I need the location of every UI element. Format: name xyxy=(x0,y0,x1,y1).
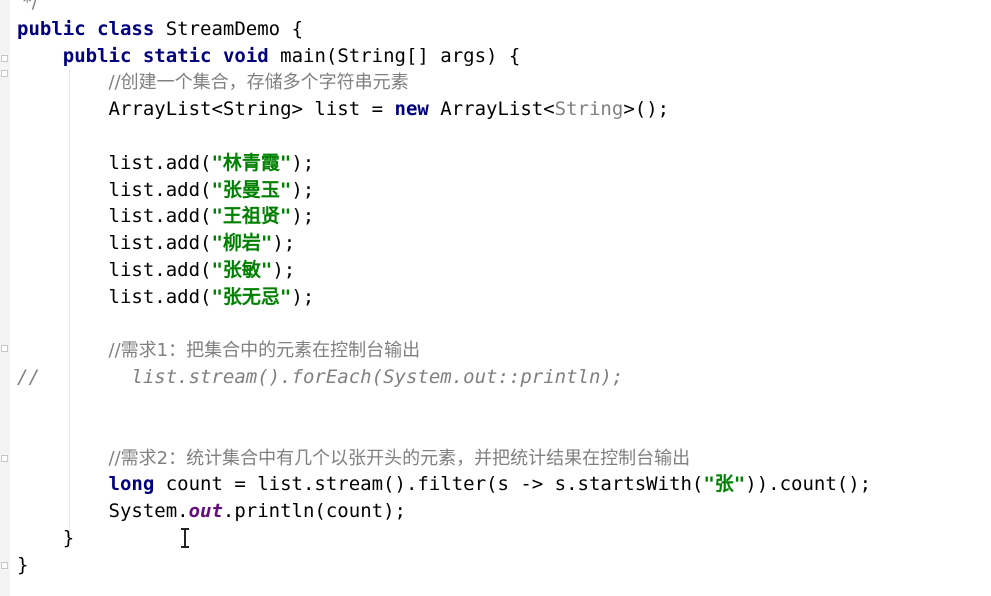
code-line[interactable]: public static void main(String[] args) { xyxy=(17,43,521,70)
code-token: //创建一个集合，存储多个字符串元素 xyxy=(108,72,409,94)
text-cursor-icon xyxy=(180,527,190,549)
code-token: ); xyxy=(272,259,296,281)
code-token: )).count(); xyxy=(745,473,872,496)
code-token: //需求1：把集合中的元素在控制台输出 xyxy=(108,340,421,362)
code-token: // xyxy=(17,366,40,389)
code-token: */ xyxy=(17,0,38,13)
code-token: //需求2：统计集合中有几个以张开头的元素，并把统计结果在控制台输出 xyxy=(108,447,691,469)
code-editor[interactable]: */ public class StreamDemo { public stati… xyxy=(0,0,991,596)
code-line[interactable]: ArrayList<String> list = new ArrayList<S… xyxy=(17,96,670,123)
code-token: "林青霞" xyxy=(211,151,292,174)
code-token: public xyxy=(17,17,86,40)
code-line[interactable]: list.add("张曼玉"); xyxy=(17,177,315,204)
code-token: "张无忌" xyxy=(211,285,292,308)
fold-marker-icon[interactable] xyxy=(1,455,8,462)
code-line[interactable]: //创建一个集合，存储多个字符串元素 xyxy=(17,69,409,96)
code-line[interactable]: list.add("张无忌"); xyxy=(17,284,315,311)
code-token: list.add( xyxy=(17,259,212,281)
fold-marker-icon[interactable] xyxy=(1,55,8,62)
code-token: ); xyxy=(272,232,296,255)
code-token: "张" xyxy=(703,473,746,496)
code-token: new xyxy=(394,98,429,121)
code-token: ArrayList< xyxy=(428,98,555,121)
code-token: System. xyxy=(17,500,189,523)
code-token: ); xyxy=(291,205,315,228)
code-token: list.stream().forEach(System.out::printl… xyxy=(131,366,624,389)
code-token: public xyxy=(62,44,132,67)
fold-marker-icon[interactable] xyxy=(1,562,8,569)
code-token: void xyxy=(222,44,269,67)
code-line[interactable]: list.add("林青霞"); xyxy=(17,150,315,177)
fold-marker-icon[interactable] xyxy=(1,345,8,352)
code-token: long xyxy=(108,473,155,496)
code-line[interactable]: } xyxy=(17,552,28,579)
code-token: "柳岩" xyxy=(211,232,273,255)
code-line[interactable]: long count = list.stream().filter(s -> s… xyxy=(17,471,872,498)
code-token: list.add( xyxy=(17,232,212,255)
code-token: static xyxy=(142,44,212,67)
code-line[interactable]: } xyxy=(17,525,74,552)
code-line[interactable]: list.add("王祖贤"); xyxy=(17,203,315,230)
code-line[interactable]: System.out.println(count); xyxy=(17,498,406,525)
code-token: list.add( xyxy=(17,205,212,228)
fold-marker-icon[interactable] xyxy=(1,70,8,77)
code-line[interactable]: //需求1：把集合中的元素在控制台输出 xyxy=(17,337,421,364)
code-token: StreamDemo { xyxy=(154,17,304,40)
code-token: main(String[] args) { xyxy=(268,44,521,67)
code-token: String xyxy=(554,98,624,121)
code-line[interactable]: list.add("柳岩"); xyxy=(17,230,296,257)
code-token: .println(count); xyxy=(222,500,406,523)
editor-gutter[interactable] xyxy=(0,0,10,596)
code-token: list.add( xyxy=(17,151,212,174)
code-token: >(); xyxy=(623,98,670,121)
code-token: ArrayList<String> list = xyxy=(17,98,395,121)
code-token: out xyxy=(188,500,223,523)
code-line[interactable]: public class StreamDemo { xyxy=(17,16,303,43)
code-token: ); xyxy=(291,285,315,308)
code-token: ); xyxy=(291,178,315,201)
code-token: } xyxy=(17,527,75,549)
code-token: "张敏" xyxy=(211,259,273,281)
code-token: ); xyxy=(291,151,315,174)
code-token: count = list.stream().filter(s -> s.star… xyxy=(154,473,704,496)
code-token: class xyxy=(97,17,155,40)
code-token: "张曼玉" xyxy=(211,178,292,201)
code-token: "王祖贤" xyxy=(211,205,292,228)
code-line[interactable]: // list.stream().forEach(System.out::pri… xyxy=(17,364,623,391)
code-line[interactable]: list.add("张敏"); xyxy=(17,257,296,284)
code-token: list.add( xyxy=(17,178,212,201)
code-line[interactable]: */ xyxy=(17,0,38,16)
code-token: } xyxy=(17,553,29,576)
code-line[interactable]: //需求2：统计集合中有几个以张开头的元素，并把统计结果在控制台输出 xyxy=(17,445,691,472)
code-token: list.add( xyxy=(17,285,212,308)
